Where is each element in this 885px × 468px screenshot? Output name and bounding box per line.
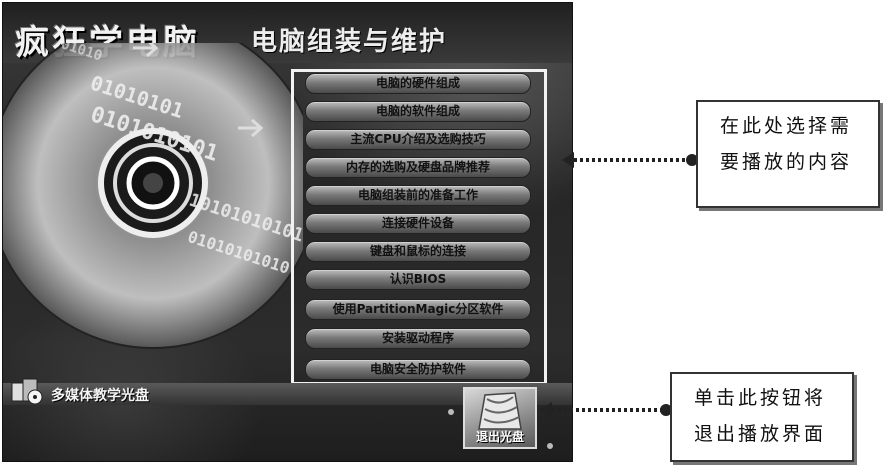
exit-disc-button[interactable]: 退出光盘 <box>463 387 537 449</box>
menu-item-software[interactable]: 电脑的软件组成 <box>305 101 531 122</box>
menu-item-hardware[interactable]: 电脑的硬件组成 <box>305 73 531 94</box>
disc-logo-icon <box>11 378 43 405</box>
dot-marker <box>448 409 454 415</box>
menu-item-memory-disk[interactable]: 内存的选购及硬盘品牌推荐 <box>305 157 531 178</box>
dot-marker <box>547 443 553 449</box>
cd-disc-artwork: 01010101 0101010101 1010101010101 010101… <box>3 43 303 349</box>
menu-item-cpu[interactable]: 主流CPU介绍及选购技巧 <box>305 129 531 150</box>
menu-item-connect-hardware[interactable]: 连接硬件设备 <box>305 213 531 234</box>
exit-icon <box>478 392 522 430</box>
menu-item-drivers[interactable]: 安装驱动程序 <box>305 328 531 349</box>
menu-item-security[interactable]: 电脑安全防护软件 <box>305 359 531 380</box>
exit-callout-box: 单击此按钮将 退出播放界面 <box>670 372 854 462</box>
menu-callout-arrow <box>562 152 698 168</box>
callout-text-line: 单击此按钮将 <box>694 387 827 409</box>
callout-text-line: 要播放的内容 <box>720 151 853 173</box>
menu-item-partitionmagic[interactable]: 使用PartitionMagic分区软件 <box>305 299 531 320</box>
menu-item-keyboard-mouse[interactable]: 键盘和鼠标的连接 <box>305 241 531 262</box>
callout-text-line: 退出播放界面 <box>694 423 827 445</box>
app-window: 疯狂学电脑 电脑组装与维护 01010101 0101010101 101010… <box>2 2 573 462</box>
menu-item-preparation[interactable]: 电脑组装前的准备工作 <box>305 185 531 206</box>
menu-callout-box: 在此处选择需 要播放的内容 <box>696 100 880 208</box>
callout-text-line: 在此处选择需 <box>720 115 853 137</box>
menu-item-bios[interactable]: 认识BIOS <box>305 269 531 290</box>
exit-button-label: 退出光盘 <box>475 430 524 444</box>
exit-callout-arrow <box>540 402 672 418</box>
footer-label: 多媒体教学光盘 <box>51 388 149 404</box>
